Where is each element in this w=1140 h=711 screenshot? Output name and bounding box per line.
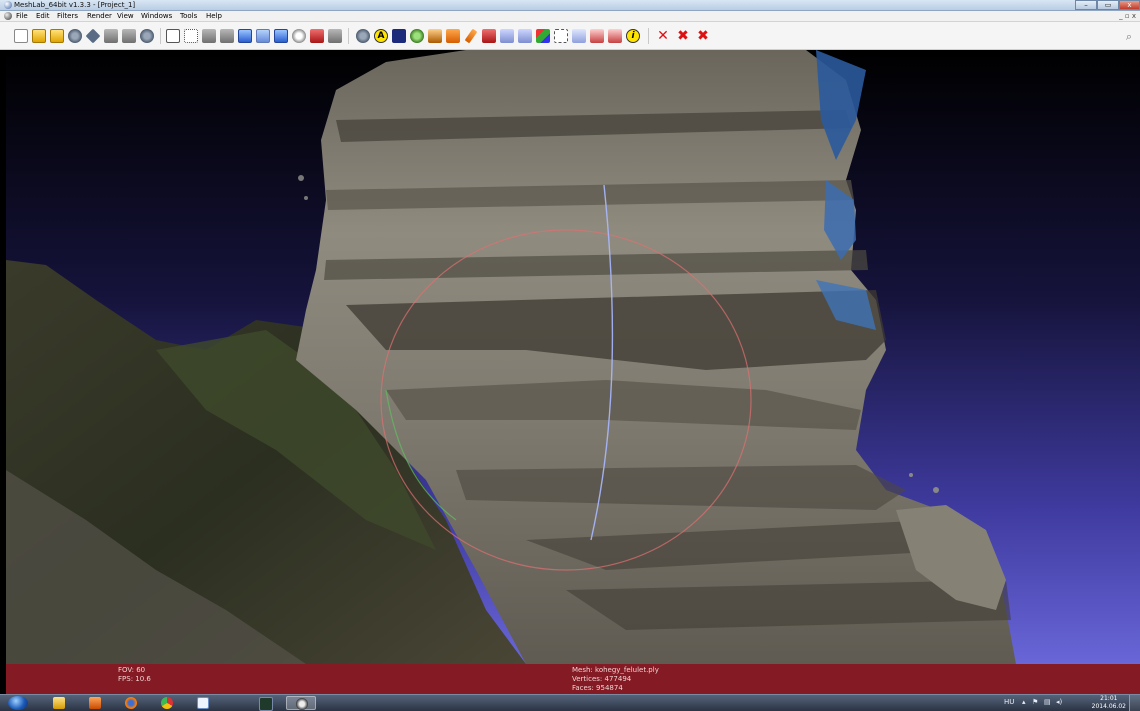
select-vertices-icon[interactable] <box>500 29 514 43</box>
network-icon[interactable]: ▤ <box>1044 698 1051 707</box>
mesh-name-label: Mesh: kohegy_felulet.ply <box>572 666 659 674</box>
menu-render[interactable]: Render <box>87 11 112 21</box>
stack-icon[interactable] <box>140 29 154 43</box>
meshlab-icon <box>296 698 308 710</box>
debris <box>298 175 304 181</box>
debris <box>909 473 913 477</box>
viewport-info-panel: FOV: 60 FPS: 10.6 Mesh: kohegy_felulet.p… <box>6 664 1140 694</box>
fps-label: FPS: 10.6 <box>118 675 151 683</box>
flag-icon[interactable]: ⚑ <box>1032 698 1038 707</box>
document-system-icon[interactable] <box>4 12 12 20</box>
double-side-icon[interactable] <box>328 29 342 43</box>
delete-vertices-icon[interactable]: ✖ <box>696 29 710 43</box>
edit-tool-icon[interactable] <box>590 29 604 43</box>
clean-icon[interactable] <box>572 29 586 43</box>
edit-tool-2-icon[interactable] <box>608 29 622 43</box>
taskbar-media-player[interactable] <box>80 696 110 710</box>
globe-icon[interactable] <box>410 29 424 43</box>
select-faces-icon[interactable] <box>482 29 496 43</box>
windows-taskbar: HU ▴ ⚑ ▤ ◂) 21:01 2014.06.02 <box>0 694 1140 711</box>
trackball-center-icon[interactable]: A <box>374 29 388 43</box>
taskbar-terminal[interactable] <box>250 696 280 711</box>
meshlab-app-icon <box>4 1 12 9</box>
trackball-icon[interactable] <box>356 29 370 43</box>
points-icon[interactable] <box>184 29 198 43</box>
firefox-icon <box>125 697 137 709</box>
show-desktop-button[interactable] <box>1129 695 1140 711</box>
start-button[interactable] <box>8 696 28 710</box>
main-toolbar: A i ✕ ✖ ✖ ⌕ <box>0 22 1140 50</box>
toolbar-separator <box>648 28 649 44</box>
new-project-icon[interactable] <box>14 29 28 43</box>
debris <box>933 487 939 493</box>
clock-time: 21:01 <box>1100 695 1118 702</box>
color-paint-icon[interactable] <box>536 29 550 43</box>
volume-icon[interactable]: ◂) <box>1056 698 1062 707</box>
menu-windows[interactable]: Windows <box>141 11 172 21</box>
info-icon[interactable]: i <box>626 29 640 43</box>
align-icon[interactable] <box>518 29 532 43</box>
menu-file[interactable]: File <box>16 11 28 21</box>
minimize-button[interactable]: – <box>1075 0 1097 10</box>
menu-bar: File Edit Filters Render View Windows To… <box>0 11 1140 22</box>
close-button[interactable]: x <box>1119 0 1140 10</box>
taskbar-notepad[interactable] <box>188 696 218 710</box>
measure-icon[interactable] <box>428 29 442 43</box>
notepad-icon <box>197 697 209 709</box>
reload-icon[interactable] <box>68 29 82 43</box>
paint-icon[interactable] <box>464 28 478 44</box>
mesh-render[interactable] <box>6 50 1140 664</box>
menu-tools[interactable]: Tools <box>180 11 197 21</box>
flat-icon[interactable] <box>256 29 270 43</box>
import-mesh-icon[interactable] <box>50 29 64 43</box>
snapshot-icon[interactable] <box>104 29 118 43</box>
taskbar-chrome[interactable] <box>152 696 182 710</box>
backface-icon[interactable] <box>310 29 324 43</box>
mdi-window-controls[interactable]: _ ▫ x <box>1119 11 1136 21</box>
taskbar-explorer[interactable] <box>44 696 74 710</box>
smooth-icon[interactable] <box>274 29 288 43</box>
window-title-bar: MeshLab_64bit v1.3.3 - [Project_1] – ▭ x <box>0 0 1140 11</box>
search-icon[interactable]: ⌕ <box>1126 30 1132 44</box>
wireframe-icon[interactable] <box>202 29 216 43</box>
windows-explorer-icon <box>53 697 65 709</box>
menu-filters[interactable]: Filters <box>57 11 78 21</box>
navy-box-icon[interactable] <box>392 29 406 43</box>
export-mesh-icon[interactable] <box>85 28 101 44</box>
menu-edit[interactable]: Edit <box>36 11 50 21</box>
light-icon[interactable] <box>292 29 306 43</box>
open-project-icon[interactable] <box>32 29 46 43</box>
faces-label: Faces: 954874 <box>572 684 623 692</box>
flat-lines-icon[interactable] <box>238 29 252 43</box>
language-indicator[interactable]: HU <box>1004 698 1014 707</box>
bounding-box-icon[interactable] <box>166 29 180 43</box>
vertices-label: Vertices: 477494 <box>572 675 632 683</box>
system-tray: HU ▴ ⚑ ▤ ◂) 21:01 2014.06.02 <box>1000 695 1140 711</box>
maximize-button[interactable]: ▭ <box>1097 0 1119 10</box>
tray-expand-icon[interactable]: ▴ <box>1022 698 1026 707</box>
fov-label: FOV: 60 <box>118 666 146 674</box>
layer-dialog-icon[interactable] <box>122 29 136 43</box>
menu-view[interactable]: View <box>117 11 134 21</box>
menu-help[interactable]: Help <box>206 11 222 21</box>
debris <box>304 196 308 200</box>
3d-viewport[interactable] <box>6 50 1140 664</box>
taskbar-meshlab[interactable] <box>286 696 316 710</box>
toolbar-separator <box>160 28 161 44</box>
hidden-lines-icon[interactable] <box>220 29 234 43</box>
selection-area-icon[interactable] <box>554 29 568 43</box>
toolbar-separator <box>348 28 349 44</box>
delete-faces-icon[interactable]: ✖ <box>676 29 690 43</box>
window-title: MeshLab_64bit v1.3.3 - [Project_1] <box>14 1 136 9</box>
taskbar-firefox[interactable] <box>116 696 146 710</box>
media-player-icon <box>89 697 101 709</box>
terminal-icon <box>259 697 273 711</box>
pick-point-icon[interactable] <box>446 29 460 43</box>
clock[interactable]: 21:01 2014.06.02 <box>1092 695 1126 711</box>
chrome-icon <box>161 697 173 709</box>
delete-selection-icon[interactable]: ✕ <box>656 29 670 43</box>
